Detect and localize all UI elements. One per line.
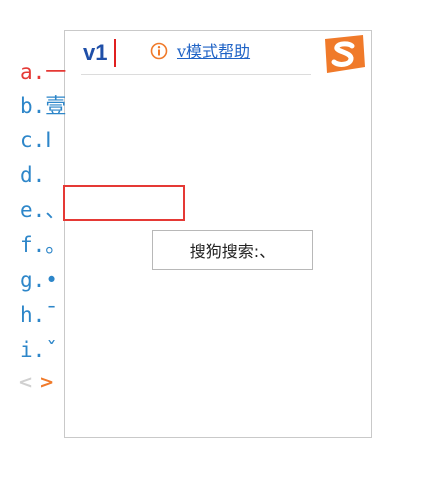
candidate-item[interactable]: g.•: [20, 263, 130, 297]
prev-page-button[interactable]: <: [18, 372, 33, 393]
candidate-item[interactable]: b.壹: [20, 89, 130, 123]
candidate-item[interactable]: i.ˇ: [20, 333, 130, 367]
candidate-text: ¯: [45, 303, 58, 327]
candidate-pager: < >: [18, 370, 54, 394]
candidate-label: h.: [20, 303, 46, 327]
candidate-label: d.: [20, 163, 46, 187]
candidate-item[interactable]: c.Ⅰ: [20, 123, 130, 157]
candidate-label: g.: [20, 268, 46, 292]
candidate-item[interactable]: a.一: [20, 55, 130, 89]
sogou-logo-icon: [325, 35, 365, 73]
candidate-text: Ⅰ: [45, 128, 52, 152]
candidate-item[interactable]: h.¯: [20, 298, 130, 332]
next-page-button[interactable]: >: [39, 372, 54, 393]
candidate-text: 。: [45, 233, 67, 257]
info-circle-icon[interactable]: [150, 42, 168, 60]
candidate-text: 壹: [45, 94, 67, 118]
v-mode-help-link[interactable]: v模式帮助: [177, 40, 250, 64]
candidate-label: b.: [20, 94, 46, 118]
candidate-text: 一: [45, 60, 67, 84]
candidate-label: c.: [20, 128, 46, 152]
candidate-highlight-box: [63, 185, 185, 221]
candidate-text: ˇ: [45, 338, 58, 362]
candidate-text: •: [45, 268, 58, 292]
candidate-item[interactable]: f.。: [20, 228, 130, 262]
candidate-label: f.: [20, 233, 46, 257]
candidate-label: a.: [20, 60, 46, 84]
sogou-search-tooltip[interactable]: 搜狗搜索:、: [152, 230, 313, 270]
candidate-label: e.: [20, 198, 46, 222]
candidate-label: i.: [20, 338, 46, 362]
